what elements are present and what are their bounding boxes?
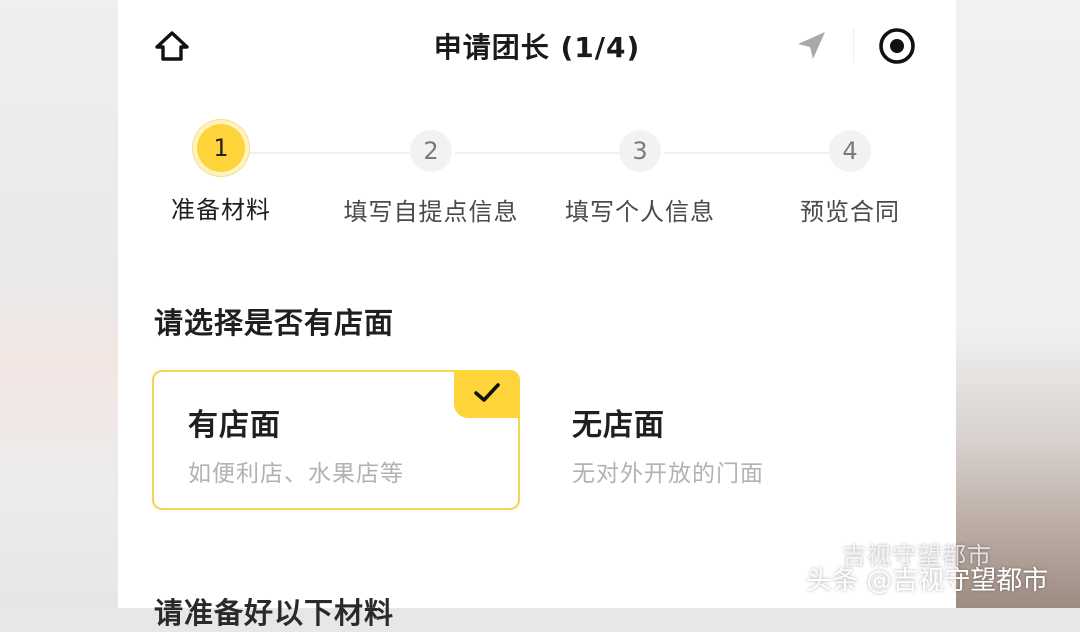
option-title: 无店面	[572, 408, 665, 443]
watermark: 吉视守望都市 头条 @吉视守望都市	[806, 536, 1076, 596]
location-arrow-icon[interactable]	[793, 28, 829, 64]
step-number: 2	[410, 130, 452, 172]
wechat-icon	[807, 539, 835, 561]
watermark-text: 头条 @吉视守望都市	[806, 566, 1049, 596]
app-screen: 申请团长 (1/4) 1 准备材料 2 填写自提点信息 3 填写个人信息 4 预…	[118, 0, 956, 630]
option-title: 有店面	[188, 408, 281, 443]
step-label: 准备材料	[171, 196, 271, 224]
option-has-storefront[interactable]: 有店面 如便利店、水果店等	[152, 370, 520, 510]
option-description: 如便利店、水果店等	[188, 461, 404, 487]
progress-stepper: 1 准备材料 2 填写自提点信息 3 填写个人信息 4 预览合同	[118, 122, 956, 232]
selected-badge	[454, 370, 520, 418]
checkmark-icon	[474, 383, 500, 402]
step-number: 1	[197, 124, 245, 172]
materials-section-title: 请准备好以下材料	[154, 596, 395, 630]
step-2: 2 填写自提点信息	[321, 122, 541, 227]
step-label: 填写个人信息	[565, 198, 715, 226]
step-4: 4 预览合同	[740, 122, 960, 227]
step-number: 3	[619, 130, 661, 172]
step-3: 3 填写个人信息	[530, 122, 750, 227]
background-right	[952, 0, 1080, 608]
target-icon[interactable]	[876, 25, 918, 67]
navigation-bar: 申请团长 (1/4)	[118, 0, 956, 92]
option-description: 无对外开放的门面	[572, 461, 764, 487]
step-label: 填写自提点信息	[343, 198, 519, 226]
step-1: 1 准备材料	[111, 122, 331, 225]
nav-divider	[853, 28, 854, 62]
background-left	[0, 0, 122, 608]
page-title: 申请团长 (1/4)	[433, 31, 641, 64]
step-number: 4	[829, 130, 871, 172]
option-no-storefront[interactable]: 无店面 无对外开放的门面	[544, 370, 912, 510]
store-choice-title: 请选择是否有店面	[154, 306, 395, 340]
step-label: 预览合同	[800, 198, 900, 226]
